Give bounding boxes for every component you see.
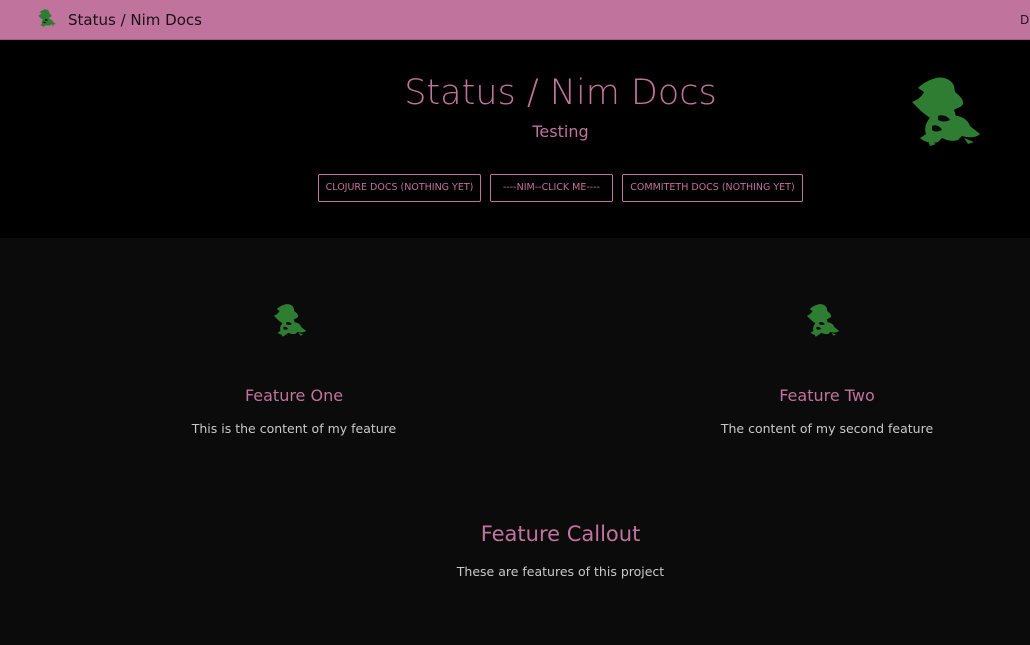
witch-logo-icon[interactable] <box>37 9 57 27</box>
witch-logo-icon <box>908 76 984 146</box>
navbar-title[interactable]: Status / Nim Docs <box>68 11 202 29</box>
features-section: Feature One This is the content of my fe… <box>0 238 1030 645</box>
feature-one-text: This is the content of my feature <box>191 421 397 436</box>
feature-callout-title: Feature Callout <box>480 522 641 546</box>
hero-title: Status / Nim Docs <box>404 73 717 113</box>
feature-one-title: Feature One <box>244 386 344 405</box>
feature-callout-text: These are features of this project <box>456 564 665 579</box>
feature-two-text: The content of my second feature <box>720 421 934 436</box>
witch-logo-icon <box>805 303 841 337</box>
hero-section: Status / Nim Docs Testing CLOJURE DOCS (… <box>0 40 1030 238</box>
commiteth-docs-button[interactable]: COMMITETH DOCS (NOTHING YET) <box>622 174 803 202</box>
top-navbar: Status / Nim Docs D <box>0 0 1030 40</box>
witch-logo-icon <box>272 303 308 337</box>
hero-subtitle: Testing <box>532 122 589 141</box>
nim-docs-button[interactable]: ----NIM--CLICK ME---- <box>490 174 613 202</box>
feature-two-title: Feature Two <box>779 386 875 405</box>
navbar-docs-link[interactable]: D <box>1020 12 1029 28</box>
clojure-docs-button[interactable]: CLOJURE DOCS (NOTHING YET) <box>318 174 481 202</box>
